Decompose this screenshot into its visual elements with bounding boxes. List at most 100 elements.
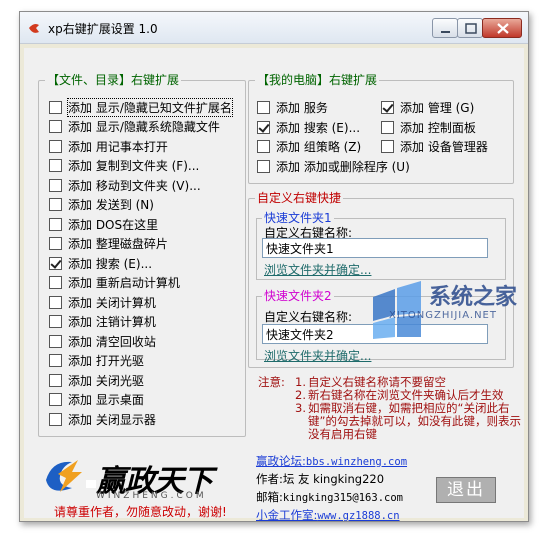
computer-option-checkbox[interactable] xyxy=(257,100,270,114)
file-option-row[interactable]: 添加 打开光驱 xyxy=(49,353,144,369)
file-option-row[interactable]: 添加 移动到文件夹 (V)... xyxy=(49,177,201,193)
file-option-row[interactable]: 添加 整理磁盘碎片 xyxy=(49,236,168,252)
quick-folder-2-browse-link[interactable]: 浏览文件夹并确定... xyxy=(264,347,371,364)
file-option-checkbox[interactable] xyxy=(49,315,62,328)
file-option-label: 添加 整理磁盘碎片 xyxy=(68,237,168,251)
file-option-row[interactable]: 添加 注销计算机 xyxy=(49,314,156,330)
quick-folder-1-browse-link[interactable]: 浏览文件夹并确定... xyxy=(264,261,371,278)
file-option-checkbox[interactable] xyxy=(49,393,62,406)
file-option-row[interactable]: 添加 复制到文件夹 (F)... xyxy=(49,158,199,174)
file-option-checkbox[interactable] xyxy=(49,412,62,426)
note-item: 3. 如需取消右键，如需把相应的“关闭此右键”的勾去掉就可以，如没有此键，则表示没… xyxy=(278,402,524,441)
computer-option-checkbox[interactable] xyxy=(381,120,394,134)
studio-label: 小金工作室: xyxy=(256,508,318,522)
computer-option-checkbox[interactable] xyxy=(257,120,270,134)
file-option-row[interactable]: 添加 DOS在这里 xyxy=(49,216,158,232)
forum-info: 赢政论坛:bbs.winzheng.com xyxy=(256,453,407,469)
file-option-label: 添加 发送到 (N) xyxy=(68,198,154,212)
file-option-checkbox[interactable] xyxy=(49,198,62,211)
file-option-checkbox[interactable] xyxy=(49,159,62,172)
email-info: 邮箱:kingking315@163.com xyxy=(256,489,403,505)
file-option-row[interactable]: 添加 用记事本打开 xyxy=(49,138,168,154)
computer-option-row[interactable]: 添加 添加或删除程序 (U) xyxy=(257,158,410,174)
file-option-row[interactable]: 添加 关闭显示器 xyxy=(49,411,156,427)
computer-option-row[interactable]: 添加 服务 xyxy=(257,99,328,115)
minimize-button[interactable] xyxy=(432,18,458,38)
file-option-checkbox[interactable] xyxy=(49,139,62,153)
computer-option-label: 添加 搜索 (E)... xyxy=(276,120,361,135)
computer-option-row[interactable]: 添加 设备管理器 xyxy=(381,138,488,154)
file-option-row[interactable]: 添加 关闭计算机 xyxy=(49,294,156,310)
file-option-label: 添加 移动到文件夹 (V)... xyxy=(68,178,201,193)
my-computer-group-title: 【我的电脑】右键扩展 xyxy=(255,72,380,88)
file-option-checkbox[interactable] xyxy=(49,100,62,114)
logo-tagline: 请尊重作者，勿随意改动，谢谢! xyxy=(54,505,227,519)
computer-option-label: 添加 组策略 (Z) xyxy=(276,139,362,154)
file-option-checkbox[interactable] xyxy=(49,256,62,270)
file-option-checkbox[interactable] xyxy=(49,334,62,348)
file-option-label: 添加 关闭计算机 xyxy=(68,295,156,310)
exit-button[interactable]: 退出 xyxy=(436,477,496,503)
file-option-row[interactable]: 添加 发送到 (N) xyxy=(49,197,154,213)
studio-info: 小金工作室:www.gz1888.cn xyxy=(256,507,400,523)
file-option-row[interactable]: 添加 显示/隐藏系统隐藏文件 xyxy=(49,119,220,135)
logo-url: WINZHENG.COM xyxy=(96,491,207,501)
notes-label: 注意: xyxy=(258,375,285,389)
file-option-checkbox[interactable] xyxy=(49,120,62,133)
computer-option-label: 添加 管理 (G) xyxy=(400,100,475,115)
file-option-label: 添加 关闭显示器 xyxy=(68,412,156,427)
file-option-checkbox[interactable] xyxy=(49,217,62,231)
quick-folder-2-name-label: 自定义右键名称: xyxy=(264,310,353,324)
computer-option-checkbox[interactable] xyxy=(257,139,270,153)
computer-option-checkbox[interactable] xyxy=(381,139,394,153)
close-icon xyxy=(497,23,509,34)
app-icon xyxy=(29,24,39,33)
file-option-row[interactable]: 添加 显示/隐藏已知文件扩展名 xyxy=(49,97,233,117)
watermark-brand: 系统之家 xyxy=(429,285,518,310)
email-label: 邮箱: xyxy=(256,490,283,504)
file-option-checkbox[interactable] xyxy=(49,354,62,367)
file-option-row[interactable]: 添加 清空回收站 xyxy=(49,333,156,349)
computer-option-row[interactable]: 添加 控制面板 xyxy=(381,119,476,135)
computer-option-label: 添加 服务 xyxy=(276,100,328,115)
file-option-checkbox[interactable] xyxy=(49,178,62,192)
computer-option-checkbox[interactable] xyxy=(257,159,270,173)
computer-option-row[interactable]: 添加 搜索 (E)... xyxy=(257,119,360,135)
minimize-icon xyxy=(441,31,450,33)
author-value: 坛 友 kingking220 xyxy=(282,472,385,486)
computer-option-label: 添加 控制面板 xyxy=(400,120,476,135)
file-option-label: 添加 注销计算机 xyxy=(68,315,156,329)
file-directory-group-title: 【文件、目录】右键扩展 xyxy=(45,72,182,88)
close-button[interactable] xyxy=(482,18,522,38)
title-bar[interactable]: xp右键扩展设置 1.0 xyxy=(20,12,528,44)
file-option-label: 添加 打开光驱 xyxy=(68,354,144,368)
file-option-checkbox[interactable] xyxy=(49,295,62,309)
file-option-row[interactable]: 添加 显示桌面 xyxy=(49,392,144,408)
forum-link[interactable]: bbs.winzheng.com xyxy=(306,456,407,468)
author-info: 作者:坛 友 kingking220 xyxy=(256,471,384,487)
client-area: 【文件、目录】右键扩展 添加 显示/隐藏已知文件扩展名添加 显示/隐藏系统隐藏文… xyxy=(24,48,524,522)
author-label: 作者: xyxy=(256,472,283,486)
file-option-row[interactable]: 添加 重新启动计算机 xyxy=(49,275,180,291)
file-option-label: 添加 显示/隐藏系统隐藏文件 xyxy=(68,120,220,134)
watermark-url: XITONGZHIJIA.NET xyxy=(389,310,497,321)
computer-option-checkbox[interactable] xyxy=(381,100,394,114)
maximize-icon xyxy=(465,23,477,34)
file-option-checkbox[interactable] xyxy=(49,373,62,387)
file-option-checkbox[interactable] xyxy=(49,276,62,289)
computer-option-row[interactable]: 添加 管理 (G) xyxy=(381,99,474,115)
file-option-checkbox[interactable] xyxy=(49,237,62,250)
quick-folder-1-name-field[interactable] xyxy=(262,238,488,258)
maximize-button[interactable] xyxy=(457,18,483,38)
file-option-label: 添加 显示桌面 xyxy=(68,393,144,407)
computer-option-row[interactable]: 添加 组策略 (Z) xyxy=(257,138,361,154)
notes-block: 注意: 1. 自定义右键名称请不要留空 2. 新右键名称在浏览文件夹确认后才生效 3. 如… xyxy=(258,375,524,441)
computer-option-label: 添加 添加或删除程序 (U) xyxy=(276,159,410,174)
studio-link[interactable]: www.gz1888.cn xyxy=(317,510,399,522)
file-option-row[interactable]: 添加 搜索 (E)... xyxy=(49,255,152,271)
file-option-label: 添加 显示/隐藏已知文件扩展名 xyxy=(67,97,233,117)
email-value: kingking315@163.com xyxy=(282,492,403,504)
file-option-row[interactable]: 添加 关闭光驱 xyxy=(49,372,144,388)
file-option-label: 添加 关闭光驱 xyxy=(68,373,144,388)
window-title: xp右键扩展设置 1.0 xyxy=(48,22,158,36)
